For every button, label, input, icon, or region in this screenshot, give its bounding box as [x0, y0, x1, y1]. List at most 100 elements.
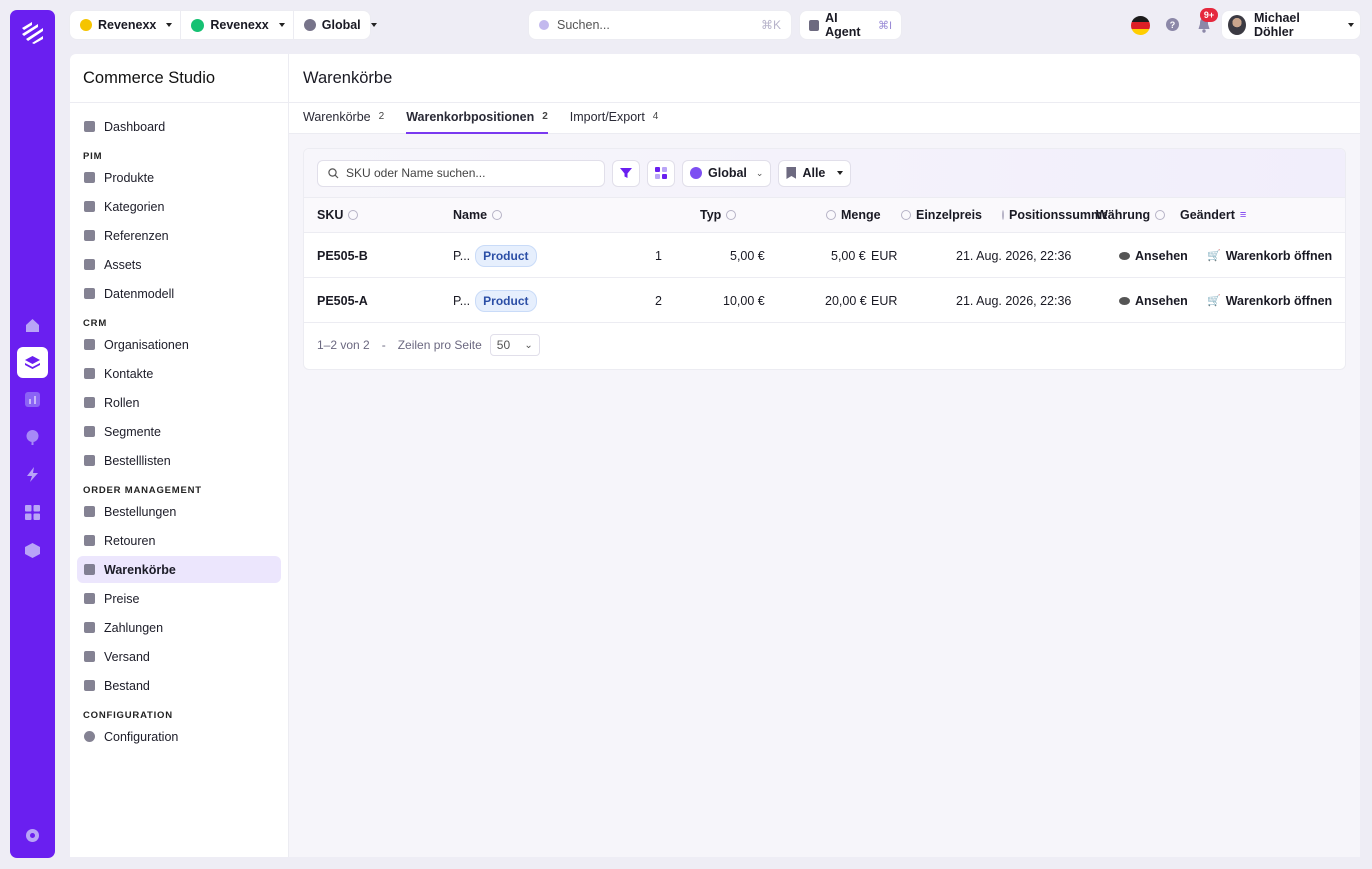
tab-bar: Warenkörbe 2 Warenkorbpositionen 2 Import/…	[289, 103, 1360, 134]
eye-icon	[1119, 296, 1130, 305]
sidebar-section-crm: CRM	[83, 318, 108, 329]
sidebar-item-rollen[interactable]: Rollen	[77, 389, 281, 416]
rows-per-page-select[interactable]: 50 ⌄	[489, 334, 540, 356]
column-header-name[interactable]: Name	[453, 208, 503, 222]
shield-icon	[84, 397, 95, 408]
column-header-einzelpreis[interactable]: Einzelpreis	[901, 208, 982, 222]
cell-einzelpreis: 10,00 €	[723, 293, 765, 308]
sidebar-item-segmente[interactable]: Segmente	[77, 418, 281, 445]
user-menu[interactable]: Michael Döhler	[1222, 11, 1360, 39]
view-button[interactable]: Ansehen	[1119, 278, 1188, 323]
database-icon	[84, 230, 95, 241]
type-badge: Product	[475, 244, 537, 267]
chevron-down-icon	[370, 23, 377, 27]
page-title: Warenkörbe	[289, 54, 1360, 103]
pagination: 1–2 von 2 - Zeilen pro Seite 50 ⌄	[304, 323, 1345, 367]
chevron-down-icon	[837, 171, 844, 175]
scope-filter-dropdown[interactable]: Global ⌄	[682, 159, 772, 187]
sidebar-item-assets[interactable]: Assets	[77, 251, 281, 278]
chevron-down-icon: ⌄	[755, 167, 764, 178]
analytics-icon[interactable]	[17, 384, 48, 415]
help-icon[interactable]: ?	[1166, 18, 1179, 31]
credit-card-icon	[84, 622, 95, 633]
cell-einzelpreis: 5,00 €	[730, 248, 765, 263]
sidebar-item-organisationen[interactable]: Organisationen	[77, 331, 281, 358]
filter-button[interactable]	[612, 159, 640, 187]
cell-geaendert: 21. Aug. 2026, 22:36	[956, 293, 1072, 308]
org-selector-1[interactable]: Revenexx	[70, 11, 182, 39]
sidebar-item-configuration[interactable]: Configuration	[77, 723, 281, 750]
sidebar-item-referenzen[interactable]: Referenzen	[77, 222, 281, 249]
home-icon[interactable]	[17, 310, 48, 341]
scope-selector[interactable]: Global	[294, 11, 385, 39]
return-arrow-icon	[84, 535, 95, 546]
sidebar-item-datenmodell[interactable]: Datenmodell	[77, 280, 281, 307]
cell-waehrung: EUR	[871, 293, 898, 308]
rows-per-page-label: Zeilen pro Seite	[397, 338, 482, 352]
sidebar-item-kontakte[interactable]: Kontakte	[77, 360, 281, 387]
tag-icon	[84, 593, 95, 604]
sort-descending-icon: ≡	[1239, 209, 1247, 221]
sidebar-item-bestellungen[interactable]: Bestellungen	[77, 498, 281, 525]
location-icon[interactable]	[17, 422, 48, 453]
column-header-geaendert[interactable]: Geändert ≡	[1180, 208, 1246, 222]
org-selector-2[interactable]: Revenexx	[181, 11, 294, 39]
dashboard-icon	[84, 121, 95, 132]
type-badge: Product	[475, 289, 537, 312]
notifications-badge: 9+	[1200, 8, 1218, 22]
chevron-down-icon	[166, 23, 173, 27]
box-icon	[84, 172, 95, 183]
pagination-separator: -	[381, 338, 386, 352]
sidebar-item-zahlungen[interactable]: Zahlungen	[77, 614, 281, 641]
cell-menge: 1	[655, 248, 662, 263]
language-flag-de-icon[interactable]	[1131, 16, 1150, 35]
sidebar-item-kategorien[interactable]: Kategorien	[77, 193, 281, 220]
cart-icon: 🛒	[1207, 295, 1221, 307]
bookmark-icon	[786, 167, 797, 179]
apps-icon[interactable]	[17, 497, 48, 528]
sidebar-section-order: ORDER MANAGEMENT	[83, 485, 202, 496]
status-filter-dropdown[interactable]: Alle	[778, 159, 852, 187]
gear-icon	[84, 731, 95, 742]
status-dot-icon	[191, 18, 205, 32]
avatar	[1228, 15, 1246, 35]
open-cart-button[interactable]: 🛒 Warenkorb öffnen	[1207, 233, 1332, 278]
sidebar-item-dashboard[interactable]: Dashboard	[77, 113, 281, 140]
tab-warenkoerbe[interactable]: Warenkörbe 2	[303, 103, 384, 134]
lightning-icon[interactable]	[17, 459, 48, 490]
settings-gear-icon[interactable]	[17, 820, 48, 851]
layers-icon[interactable]	[17, 347, 48, 378]
sidebar-item-bestand[interactable]: Bestand	[77, 672, 281, 699]
ai-agent-button[interactable]: AI Agent ⌘I	[800, 11, 901, 39]
sku-search-input[interactable]: SKU oder Name suchen...	[317, 159, 605, 187]
open-cart-button[interactable]: 🛒 Warenkorb öffnen	[1207, 278, 1332, 323]
table-header: SKU Name Typ Menge Einzelpreis Positions…	[304, 197, 1345, 233]
cell-menge: 2	[655, 293, 662, 308]
tab-import-export[interactable]: Import/Export 4	[570, 103, 659, 134]
grid-icon	[84, 288, 95, 299]
sidebar-item-produkte[interactable]: Produkte	[77, 164, 281, 191]
column-header-typ[interactable]: Typ	[700, 208, 737, 222]
column-header-waehrung[interactable]: Währung	[1096, 208, 1166, 222]
sidebar-item-bestelllisten[interactable]: Bestelllisten	[77, 447, 281, 474]
column-header-positionssumme[interactable]: Positionssumme	[1002, 208, 1107, 222]
sidebar-item-preise[interactable]: Preise	[77, 585, 281, 612]
cell-name: P... Product	[453, 278, 537, 323]
column-header-sku[interactable]: SKU	[317, 208, 359, 222]
table-row[interactable]: PE505-A P... Product 2 10,00 € 20,00 € EU…	[304, 278, 1345, 323]
column-header-menge[interactable]: Menge	[826, 208, 881, 222]
tab-warenkorbpositionen[interactable]: Warenkorbpositionen 2	[406, 103, 548, 134]
image-icon	[84, 259, 95, 270]
global-search-input[interactable]: Suchen... ⌘K	[529, 11, 791, 39]
contact-icon	[84, 368, 95, 379]
sidebar-item-warenkoerbe[interactable]: Warenkörbe	[77, 556, 281, 583]
table-row[interactable]: PE505-B P... Product 1 5,00 € 5,00 € EUR …	[304, 233, 1345, 278]
view-button[interactable]: Ansehen	[1119, 233, 1188, 278]
globe-icon	[690, 167, 702, 179]
sidebar-item-versand[interactable]: Versand	[77, 643, 281, 670]
pagination-range: 1–2 von 2	[317, 338, 370, 352]
app-logo-icon[interactable]	[19, 19, 46, 46]
cube-icon[interactable]	[17, 535, 48, 566]
sidebar-item-retouren[interactable]: Retouren	[77, 527, 281, 554]
columns-button[interactable]	[647, 159, 675, 187]
